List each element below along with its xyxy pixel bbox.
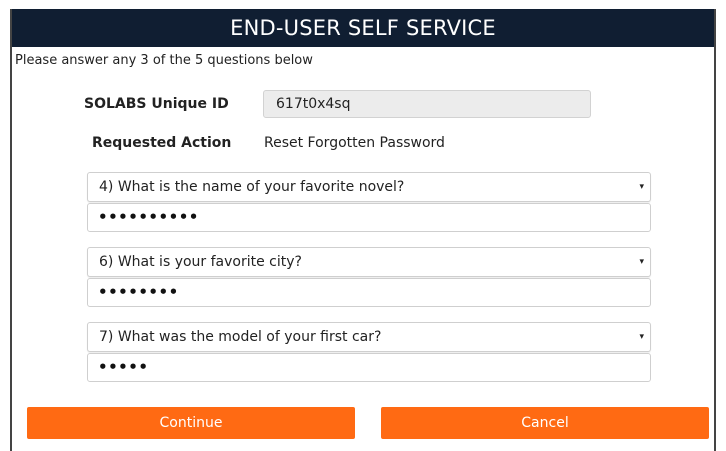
page-header: END-USER SELF SERVICE — [12, 9, 714, 47]
question-select-3[interactable]: 7) What was the model of your first car?… — [87, 322, 651, 352]
answer-field-2[interactable]: •••••••• — [87, 278, 651, 307]
unique-id-label: SOLABS Unique ID — [84, 96, 229, 112]
requested-action-value: Reset Forgotten Password — [264, 135, 445, 151]
question-select-1-value: 4) What is the name of your favorite nov… — [99, 179, 405, 195]
question-select-2-value: 6) What is your favorite city? — [99, 254, 302, 270]
chevron-down-icon: ▾ — [639, 332, 644, 342]
unique-id-field: 617t0x4sq — [263, 90, 591, 118]
chevron-down-icon: ▾ — [639, 257, 644, 267]
self-service-panel: END-USER SELF SERVICE Please answer any … — [10, 9, 716, 451]
chevron-down-icon: ▾ — [639, 182, 644, 192]
answer-field-3[interactable]: ••••• — [87, 353, 651, 382]
requested-action-label: Requested Action — [92, 135, 232, 151]
instructions-text: Please answer any 3 of the 5 questions b… — [15, 53, 313, 68]
question-select-2[interactable]: 6) What is your favorite city? ▾ — [87, 247, 651, 277]
question-select-3-value: 7) What was the model of your first car? — [99, 329, 382, 345]
cancel-button[interactable]: Cancel — [381, 407, 709, 439]
continue-button[interactable]: Continue — [27, 407, 355, 439]
answer-field-1[interactable]: •••••••••• — [87, 203, 651, 232]
question-select-1[interactable]: 4) What is the name of your favorite nov… — [87, 172, 651, 202]
